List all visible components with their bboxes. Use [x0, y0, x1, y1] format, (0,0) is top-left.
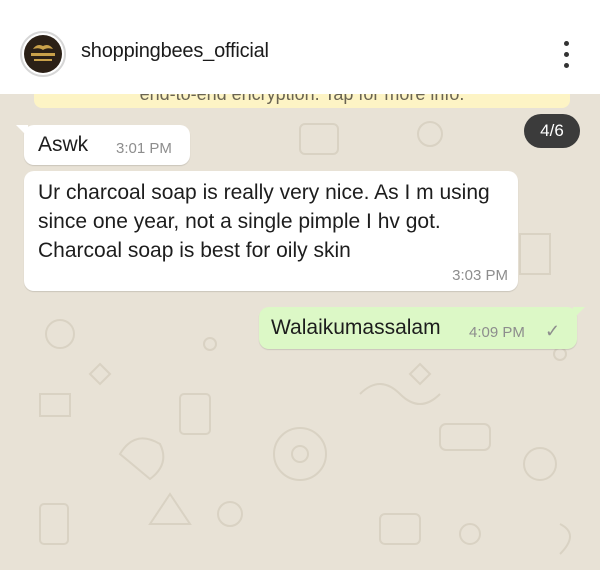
- message-text: Ur charcoal soap is really very nice. As…: [38, 181, 490, 262]
- post-header: shoppingbees_official: [0, 0, 600, 94]
- message-time: 3:01 PM: [116, 140, 172, 157]
- bubble-tail: [573, 307, 585, 319]
- image-counter-badge: 4/6: [524, 114, 580, 148]
- outgoing-message-bubble[interactable]: Walaikumassalam 4:09 PM ✓: [259, 307, 585, 349]
- chat-screenshot: end-to-end encryption. Tap for more info…: [0, 94, 600, 570]
- encryption-notice[interactable]: end-to-end encryption. Tap for more info…: [34, 94, 570, 108]
- message-text: Walaikumassalam: [271, 316, 441, 339]
- bubble-tail: [16, 125, 28, 137]
- check-icon: ✓: [545, 321, 561, 341]
- more-options-icon[interactable]: [556, 38, 576, 70]
- message-time: 3:03 PM: [452, 267, 508, 284]
- message-time: 4:09 PM: [469, 324, 525, 341]
- incoming-message-bubble[interactable]: Ur charcoal soap is really very nice. As…: [24, 171, 518, 291]
- message-text: Aswk: [38, 133, 89, 156]
- account-name[interactable]: shoppingbees_official: [81, 40, 269, 63]
- avatar[interactable]: [20, 31, 66, 77]
- incoming-message-bubble[interactable]: Aswk 3:01 PM: [16, 125, 190, 165]
- brand-logo: [24, 35, 62, 73]
